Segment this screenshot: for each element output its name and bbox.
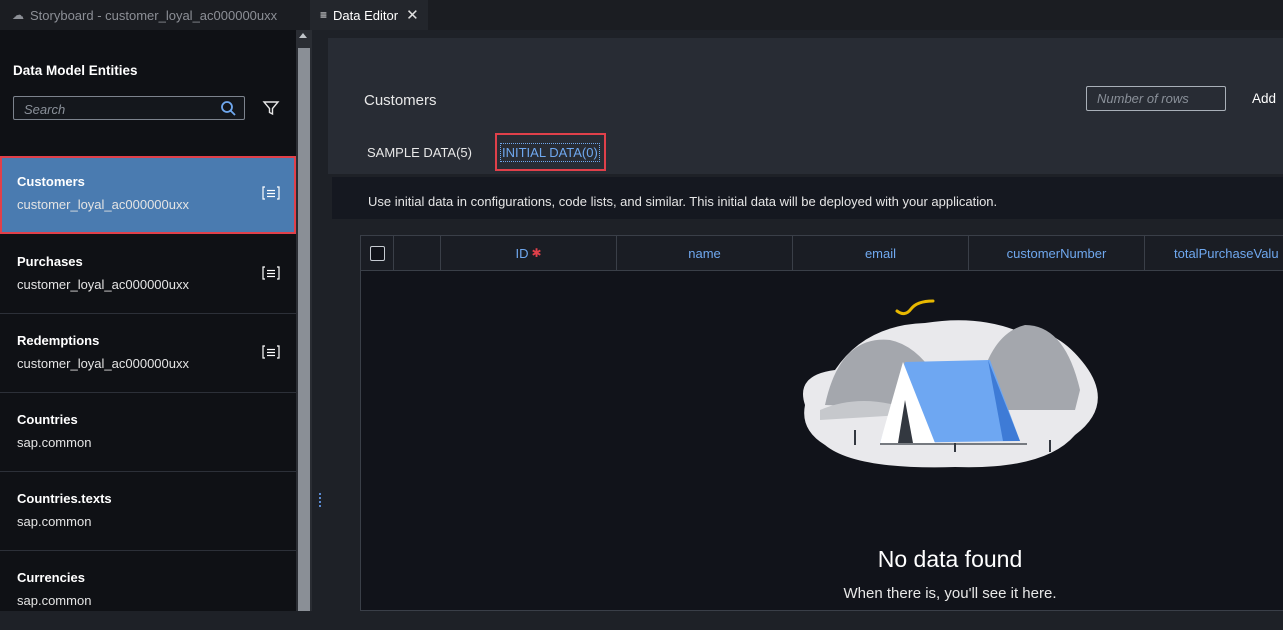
column-label: totalPurchaseValu (1174, 245, 1279, 261)
column-header-name[interactable]: name (617, 236, 793, 270)
info-text: Use initial data in configurations, code… (368, 194, 998, 209)
tab-storyboard-label: Storyboard - customer_loyal_ac000000uxx (30, 7, 278, 23)
column-header-total-purchase-value[interactable]: totalPurchaseValu (1145, 236, 1283, 270)
column-label: customerNumber (1006, 245, 1107, 261)
search-icon[interactable] (220, 100, 236, 116)
column-header-email[interactable]: email (793, 236, 969, 270)
empty-state-subtitle: When there is, you'll see it here. (843, 585, 1057, 602)
entity-currencies[interactable]: Currencies sap.common (0, 552, 296, 630)
search-input[interactable] (14, 97, 226, 121)
filter-icon[interactable] (262, 99, 280, 117)
table-header: ID ✱ name email customerNumber totalPurch… (361, 236, 1283, 271)
entity-list-icon (262, 186, 280, 200)
number-of-rows-field[interactable] (1086, 86, 1226, 111)
entity-name: Countries (17, 412, 78, 427)
panel-splitter[interactable] (312, 30, 328, 611)
scroll-up-arrow-icon[interactable] (299, 33, 307, 38)
row-action-header (394, 236, 441, 270)
select-all-cell (361, 236, 394, 270)
list-icon: ≡ (320, 8, 328, 22)
column-header-customer-number[interactable]: customerNumber (969, 236, 1145, 270)
add-button[interactable]: Add (1252, 91, 1276, 106)
entity-name: Countries.texts (17, 491, 112, 506)
column-label: name (688, 245, 721, 261)
empty-tent-illustration (803, 299, 1098, 468)
entity-namespace: sap.common (17, 435, 92, 450)
entity-namespace: customer_loyal_ac000000uxx (17, 356, 189, 371)
entity-title: Customers (364, 92, 437, 109)
entity-name: Redemptions (17, 333, 100, 348)
entity-customers[interactable]: Customers customer_loyal_ac000000uxx (0, 156, 296, 234)
entity-name: Purchases (17, 254, 83, 269)
entity-list-icon (262, 266, 280, 280)
tab-data-editor[interactable]: ≡ Data Editor ✕ (310, 0, 428, 30)
empty-state-title: No data found (877, 546, 1023, 572)
panel-title: Data Model Entities (13, 63, 138, 78)
entity-name: Currencies (17, 570, 85, 585)
column-label: ID (515, 245, 529, 261)
entity-namespace: customer_loyal_ac000000uxx (17, 197, 189, 212)
column-header-id[interactable]: ID ✱ (441, 236, 617, 270)
number-of-rows-input[interactable] (1087, 87, 1225, 110)
entity-countries[interactable]: Countries sap.common (0, 394, 296, 472)
required-asterisk-icon: ✱ (531, 246, 542, 260)
cloud-icon: ☁ (12, 8, 24, 22)
entity-list-icon (262, 345, 280, 359)
tab-sample-data[interactable]: SAMPLE DATA(5) (367, 145, 472, 160)
entity-redemptions[interactable]: Redemptions customer_loyal_ac000000uxx (0, 315, 296, 393)
entity-namespace: sap.common (17, 593, 92, 608)
entity-namespace: customer_loyal_ac000000uxx (17, 277, 189, 292)
search-field[interactable] (13, 96, 245, 121)
tab-storyboard[interactable]: ☁ Storyboard - customer_loyal_ac000000ux… (0, 0, 300, 30)
column-label: email (864, 245, 897, 261)
close-icon[interactable]: ✕ (406, 6, 419, 24)
tab-data-editor-label: Data Editor (333, 7, 399, 23)
scrollbar-thumb[interactable] (298, 48, 310, 611)
entity-namespace: sap.common (17, 514, 92, 529)
splitter-grip-icon[interactable] (319, 493, 321, 507)
entity-purchases[interactable]: Purchases customer_loyal_ac000000uxx (0, 236, 296, 314)
editor-tab-bar: ☁ Storyboard - customer_loyal_ac000000ux… (0, 0, 1283, 30)
select-all-checkbox[interactable] (369, 245, 385, 261)
entity-countries-texts[interactable]: Countries.texts sap.common (0, 473, 296, 551)
entity-name: Customers (17, 174, 85, 189)
tab-initial-data[interactable]: INITIAL DATA(0) (500, 143, 600, 162)
